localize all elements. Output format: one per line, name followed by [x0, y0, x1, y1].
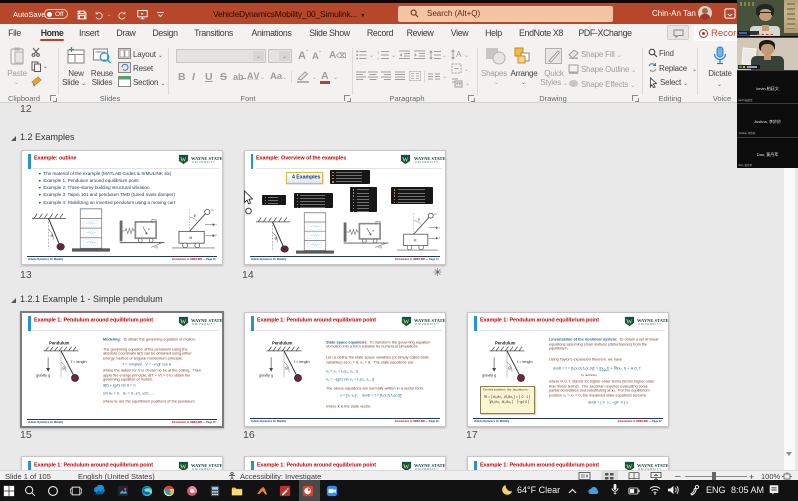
svg-text:A: A	[456, 50, 462, 59]
svg-text:2: 2	[377, 56, 380, 60]
svg-text:1: 1	[377, 50, 380, 55]
